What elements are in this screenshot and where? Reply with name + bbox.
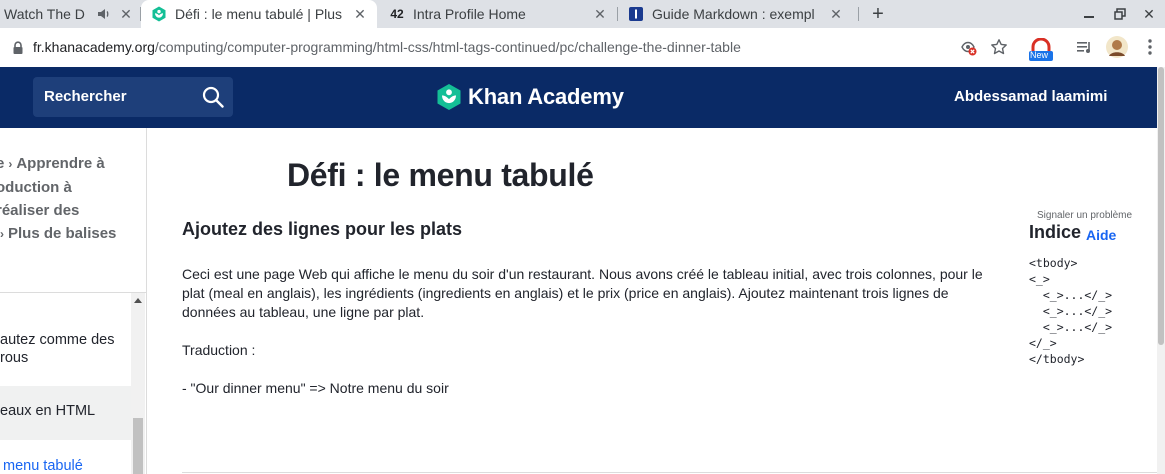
42-favicon-icon: 42: [390, 7, 404, 21]
sidebar-item[interactable]: eaux en HTML: [0, 386, 131, 440]
sidebar-item[interactable]: autez comme des rous: [0, 331, 131, 367]
page-scrollbar[interactable]: [1157, 67, 1165, 474]
speaker-icon[interactable]: [97, 6, 111, 22]
tab-khan-academy[interactable]: Défi : le menu tabulé | Plus ✕: [141, 0, 377, 28]
breadcrumb-item[interactable]: Plus de balises: [8, 225, 116, 242]
maximize-icon[interactable]: [1110, 4, 1130, 24]
breadcrumb-item[interactable]: réaliser des: [0, 202, 79, 219]
address-bar[interactable]: fr.khanacademy.org/computing/computer-pr…: [33, 39, 741, 55]
breadcrumb-item[interactable]: oduction à: [0, 179, 72, 196]
tab-title: Intra Profile Home: [413, 6, 526, 22]
translation-label: Traduction :: [182, 342, 256, 358]
khan-academy-favicon-icon: [151, 6, 167, 22]
sidebar-divider: [0, 292, 146, 293]
search-box[interactable]: Rechercher: [33, 77, 233, 117]
browser-tab-strip: Watch The D ✕ Défi : le menu tabulé | Pl…: [0, 0, 1165, 28]
browser-menu-icon[interactable]: [1140, 37, 1160, 57]
minimize-icon[interactable]: [1079, 4, 1099, 24]
tab-title: Watch The D: [4, 6, 85, 22]
sidebar-scrollbar[interactable]: [131, 293, 145, 474]
breadcrumb-separator: ›: [8, 157, 13, 171]
close-window-icon[interactable]: ✕: [1139, 4, 1159, 24]
page-scrollbar-thumb[interactable]: [1158, 67, 1164, 345]
url-host: fr.khanacademy.org: [33, 39, 155, 55]
step-title: Ajoutez des lignes pour les plats: [182, 219, 463, 239]
sidebar: e›Apprendre à oduction à réaliser des ›P…: [0, 128, 147, 474]
tab-intra-profile[interactable]: 42 Intra Profile Home ✕: [377, 0, 617, 28]
logo-text: Khan Academy: [468, 84, 624, 109]
tab-separator: [858, 7, 859, 21]
bookmark-star-icon[interactable]: [989, 37, 1009, 57]
sidebar-item-label: rous: [0, 350, 29, 366]
url-path: /computing/computer-programming/html-css…: [154, 39, 741, 55]
close-icon[interactable]: ✕: [828, 6, 844, 22]
blocked-content-icon[interactable]: [958, 37, 978, 57]
translation-item: - "Our dinner menu" => Notre menu du soi…: [182, 380, 449, 396]
breadcrumb-item[interactable]: e: [0, 155, 4, 172]
profile-avatar[interactable]: [1106, 36, 1128, 58]
hint-title: Indice: [1029, 222, 1082, 242]
sidebar-scrollbar-thumb[interactable]: [133, 418, 143, 474]
lock-icon[interactable]: [8, 38, 28, 58]
close-icon[interactable]: ✕: [592, 6, 608, 22]
report-problem-link[interactable]: Signaler un problème: [1037, 210, 1132, 221]
browser-toolbar: fr.khanacademy.org/computing/computer-pr…: [0, 28, 1165, 68]
content-divider: [182, 472, 1157, 473]
sidebar-item-current[interactable]: menu tabulé: [3, 458, 83, 474]
guide-favicon-icon: [628, 6, 644, 22]
sidebar-item-label: autez comme des: [0, 332, 115, 348]
tab-watch[interactable]: Watch The D ✕: [0, 0, 140, 28]
close-icon[interactable]: ✕: [352, 6, 368, 22]
site-header: Rechercher Khan Academy Abdessamad laami…: [0, 67, 1157, 128]
extension-icon[interactable]: New: [1028, 38, 1054, 62]
user-menu[interactable]: Abdessamad laamimi: [954, 88, 1107, 105]
close-icon[interactable]: ✕: [118, 6, 134, 22]
instructions: Ceci est une page Web qui affiche le men…: [182, 265, 1002, 398]
breadcrumb-separator: ›: [0, 227, 4, 241]
search-icon[interactable]: [202, 86, 224, 108]
breadcrumb: e›Apprendre à oduction à réaliser des ›P…: [0, 152, 146, 246]
khan-academy-logo[interactable]: Khan Academy: [436, 82, 624, 112]
tab-title: Défi : le menu tabulé | Plus: [175, 6, 343, 22]
instructions-paragraph: Ceci est une page Web qui affiche le men…: [182, 266, 983, 320]
tab-title: Guide Markdown : exempl: [652, 6, 815, 22]
new-tab-button[interactable]: +: [868, 3, 888, 25]
page-title: Défi : le menu tabulé: [287, 157, 594, 193]
extension-badge: New: [1030, 50, 1049, 60]
search-label: Rechercher: [44, 88, 127, 105]
scroll-up-arrow-icon[interactable]: [134, 298, 142, 303]
help-link[interactable]: Aide: [1086, 227, 1116, 243]
hint-code: <tbody> <_> <_>...</_> <_>...</_> <_>...…: [1029, 256, 1113, 366]
breadcrumb-item[interactable]: Apprendre à: [16, 155, 104, 172]
sidebar-item-label: eaux en HTML: [0, 403, 96, 419]
khan-academy-logo-icon: [436, 83, 462, 111]
media-queue-icon[interactable]: [1074, 37, 1094, 57]
tab-guide-markdown[interactable]: Guide Markdown : exempl ✕: [618, 0, 858, 28]
